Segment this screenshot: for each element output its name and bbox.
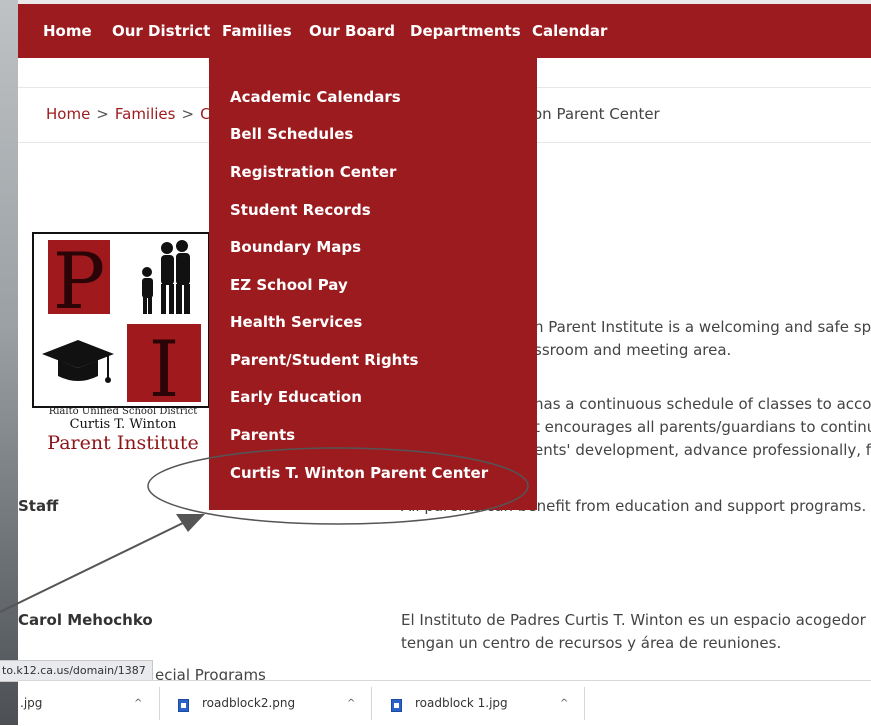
logo-caption: Rialto Unified School District Curtis T.… xyxy=(18,406,228,454)
breadcrumb-separator: > xyxy=(96,105,109,123)
menu-item-registration-center[interactable]: Registration Center xyxy=(230,163,396,181)
image-file-icon xyxy=(391,699,402,712)
menu-item-student-records[interactable]: Student Records xyxy=(230,201,371,219)
families-dropdown-menu: Academic Calendars Bell Schedules Regist… xyxy=(209,58,537,510)
logo-caption-district: Rialto Unified School District xyxy=(48,406,198,417)
schedule-paragraph-line: ents' development, advance professionall… xyxy=(534,441,871,459)
logo-caption-institute: Parent Institute xyxy=(47,432,199,454)
menu-item-health-services[interactable]: Health Services xyxy=(230,313,362,331)
nav-our-board[interactable]: Our Board xyxy=(309,4,395,58)
download-shelf: .jpg ^ roadblock2.png ^ roadblock 1.jpg … xyxy=(18,680,871,726)
breadcrumb-separator: > xyxy=(181,105,195,123)
menu-item-academic-calendars[interactable]: Academic Calendars xyxy=(230,88,401,106)
status-url-tooltip: to.k12.ca.us/domain/1387 xyxy=(0,660,153,682)
download-item-2[interactable]: roadblock2.png xyxy=(202,681,295,726)
chevron-up-icon[interactable]: ^ xyxy=(134,681,142,726)
breadcrumb: Home > Families > C xyxy=(46,105,211,123)
intro-paragraph-line: n Parent Institute is a welcoming and sa… xyxy=(534,318,871,336)
menu-item-winton-parent-center[interactable]: Curtis T. Winton Parent Center xyxy=(230,464,488,482)
breadcrumb-current-tail: on Parent Center xyxy=(533,105,660,123)
schedule-paragraph-line: t encourages all parents/guardians to co… xyxy=(534,418,871,436)
parent-institute-logo: P I xyxy=(32,232,210,415)
nav-calendar[interactable]: Calendar xyxy=(532,4,607,58)
graduation-cap-icon xyxy=(34,320,121,406)
main-nav: Home Our District Families Our Board Dep… xyxy=(18,4,871,58)
logo-letter-p: P xyxy=(53,237,105,320)
staff-name: Carol Mehochko xyxy=(18,611,153,629)
nav-departments[interactable]: Departments xyxy=(410,4,521,58)
intro-paragraph-line: ssroom and meeting area. xyxy=(534,341,732,359)
staff-program: ecial Programs xyxy=(155,666,266,680)
logo-quadrant-p: P xyxy=(34,234,121,327)
nav-families[interactable]: Families xyxy=(222,4,292,58)
download-separator xyxy=(159,687,160,720)
download-item-3[interactable]: roadblock 1.jpg xyxy=(415,681,508,726)
web-page: Home Our District Families Our Board Dep… xyxy=(18,0,871,680)
logo-family-icon xyxy=(121,234,208,320)
logo-letter-i: I xyxy=(149,325,180,406)
staff-heading: Staff xyxy=(18,497,59,515)
download-item-1[interactable]: .jpg xyxy=(20,681,42,726)
logo-quadrant-i: I xyxy=(121,320,208,415)
chevron-up-icon[interactable]: ^ xyxy=(560,681,568,726)
nav-home[interactable]: Home xyxy=(43,4,92,58)
menu-item-parents[interactable]: Parents xyxy=(230,426,295,444)
menu-item-bell-schedules[interactable]: Bell Schedules xyxy=(230,125,353,143)
menu-item-ez-school-pay[interactable]: EZ School Pay xyxy=(230,276,348,294)
spanish-paragraph-line: tengan un centro de recursos y área de r… xyxy=(401,634,782,652)
menu-item-early-education[interactable]: Early Education xyxy=(230,388,362,406)
logo-caption-name: Curtis T. Winton xyxy=(69,417,177,432)
image-file-icon xyxy=(178,699,189,712)
download-separator xyxy=(584,687,585,720)
schedule-paragraph-line: has a continuous schedule of classes to … xyxy=(534,395,871,413)
breadcrumb-families[interactable]: Families xyxy=(115,105,176,123)
chevron-up-icon[interactable]: ^ xyxy=(347,681,355,726)
menu-item-parent-student-rights[interactable]: Parent/Student Rights xyxy=(230,351,418,369)
breadcrumb-home[interactable]: Home xyxy=(46,105,90,123)
desktop-background xyxy=(0,0,18,725)
spanish-paragraph-line: El Instituto de Padres Curtis T. Winton … xyxy=(401,611,871,629)
menu-item-boundary-maps[interactable]: Boundary Maps xyxy=(230,238,361,256)
download-separator xyxy=(371,687,372,720)
nav-our-district[interactable]: Our District xyxy=(112,4,210,58)
